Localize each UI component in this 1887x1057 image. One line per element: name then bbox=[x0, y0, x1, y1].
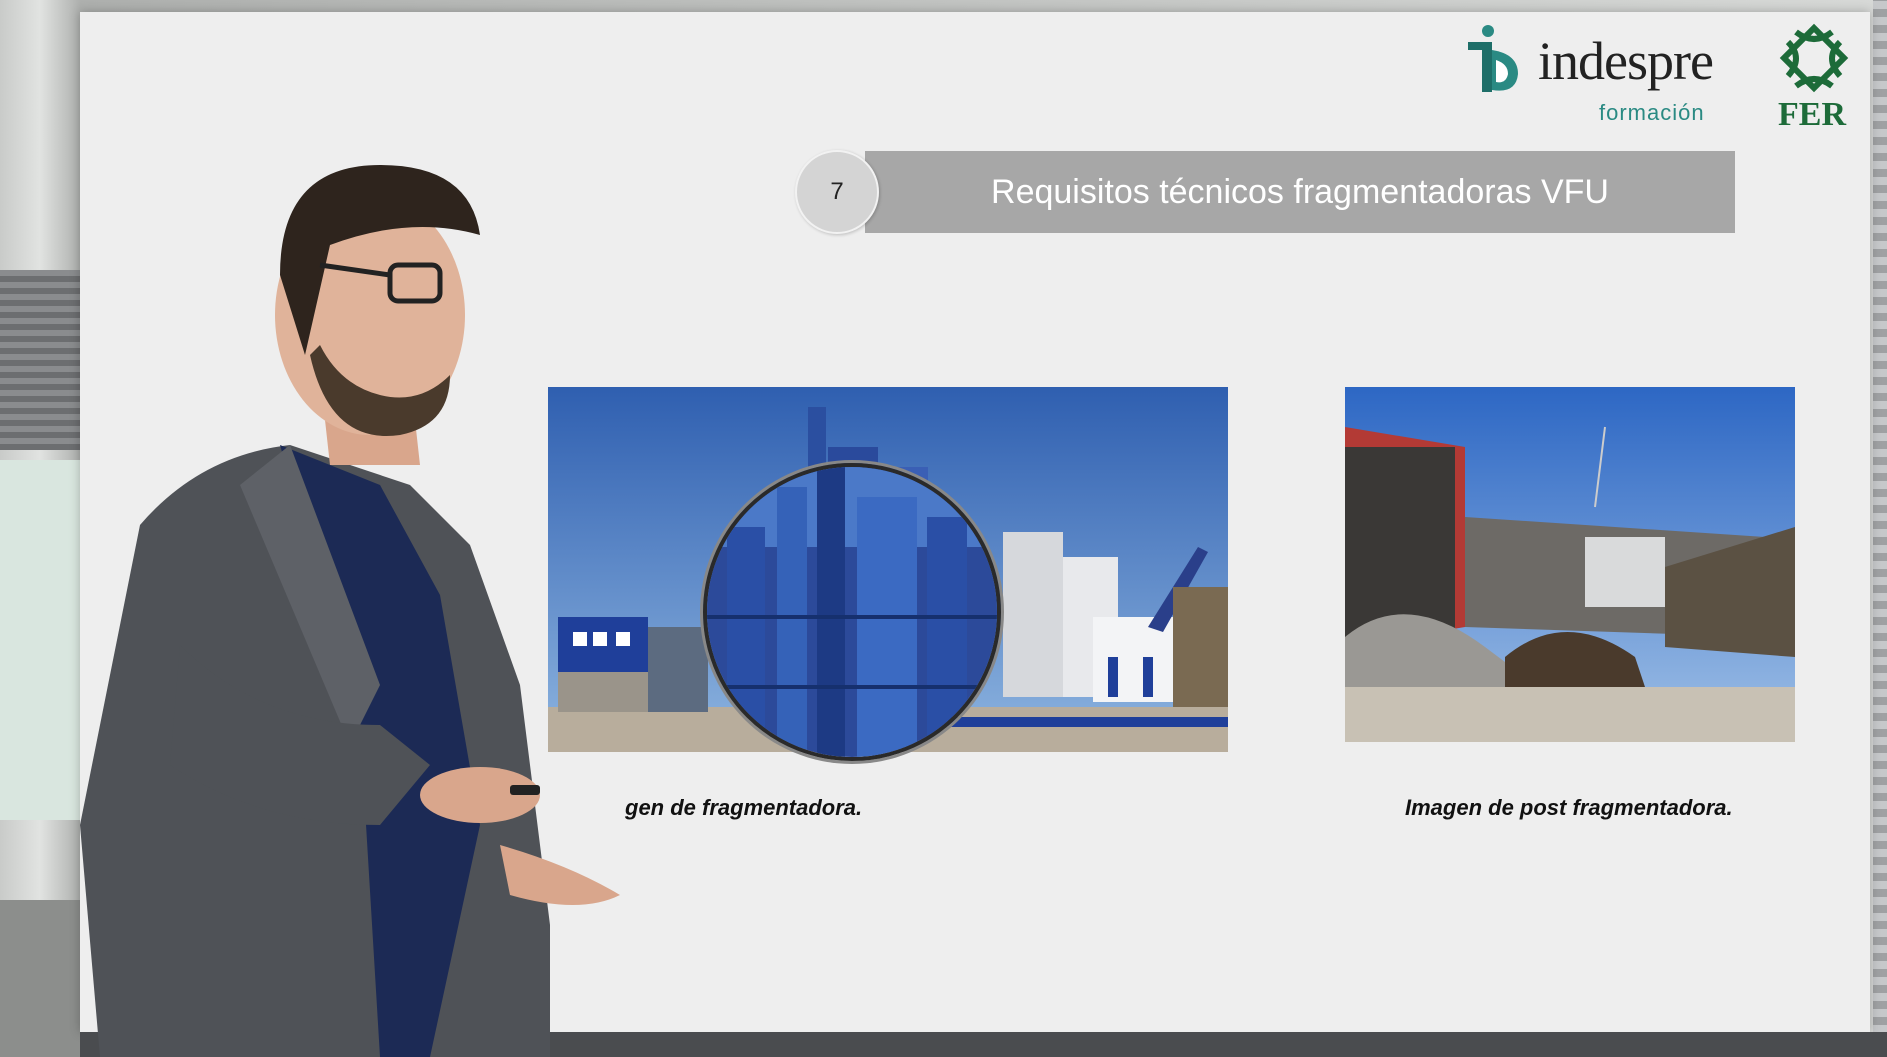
studio-panel bbox=[0, 460, 82, 820]
fer-wordmark: FER bbox=[1778, 96, 1846, 133]
post-shredder-image-caption: Imagen de post fragmentadora. bbox=[1405, 795, 1733, 820]
fer-knot-icon bbox=[1779, 23, 1849, 93]
indespre-subtitle: formación bbox=[1599, 100, 1705, 125]
studio-wall bbox=[0, 270, 82, 450]
post-shredder-illustration bbox=[1345, 387, 1795, 742]
slide-title-bar: Requisitos técnicos fragmentadoras VFU bbox=[865, 151, 1735, 233]
studio-right-edge bbox=[1873, 0, 1887, 1057]
fer-logo: FER bbox=[1774, 22, 1856, 138]
slide-number-badge: 7 bbox=[795, 150, 879, 234]
indespre-wordmark: indespre bbox=[1538, 31, 1714, 91]
slide-number: 7 bbox=[830, 178, 844, 205]
indespre-mark-icon bbox=[1468, 25, 1518, 92]
presenter-figure bbox=[80, 165, 620, 1057]
slide-title: Requisitos técnicos fragmentadoras VFU bbox=[991, 173, 1609, 211]
post-shredder-image bbox=[1345, 387, 1795, 742]
indespre-logo: indespre formación bbox=[1464, 18, 1724, 128]
studio-floor bbox=[0, 900, 82, 1057]
